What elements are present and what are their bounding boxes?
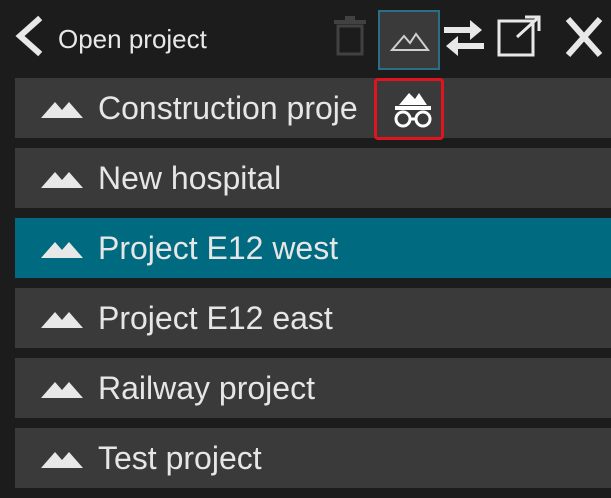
mountain-glasses-icon <box>394 93 432 128</box>
project-item[interactable]: New hospital <box>15 148 611 208</box>
header: Open project <box>0 0 611 72</box>
view-mode-button[interactable] <box>378 10 440 70</box>
project-item[interactable]: Railway project <box>15 358 611 418</box>
mountain-icon <box>41 102 83 118</box>
project-item[interactable]: Construction proje <box>15 78 611 138</box>
project-label: Test project <box>98 440 262 476</box>
back-chevron-icon[interactable] <box>8 14 48 58</box>
project-label: Railway project <box>98 370 315 406</box>
mountain-icon <box>41 452 83 468</box>
close-icon[interactable] <box>560 15 608 59</box>
project-label: Project E12 west <box>98 230 339 266</box>
project-label: Construction proje <box>98 90 358 126</box>
mountain-icon <box>41 242 83 258</box>
open-external-icon[interactable] <box>495 15 543 59</box>
mountain-icon <box>41 312 83 328</box>
page-title: Open project <box>58 24 207 54</box>
view-mode-option[interactable] <box>374 78 444 140</box>
mountain-icon <box>41 382 83 398</box>
project-item-selected[interactable]: Project E12 west <box>15 218 611 278</box>
swap-icon[interactable] <box>440 16 488 60</box>
project-label: Project E12 east <box>98 300 333 336</box>
project-item[interactable]: Test project <box>15 428 611 488</box>
project-list: Construction proje New hospital Project … <box>15 78 611 498</box>
project-item[interactable]: Project E12 east <box>15 288 611 348</box>
mountain-icon <box>390 32 430 51</box>
trash-icon <box>334 16 366 56</box>
project-label: New hospital <box>98 160 282 196</box>
mountain-icon <box>41 172 83 188</box>
